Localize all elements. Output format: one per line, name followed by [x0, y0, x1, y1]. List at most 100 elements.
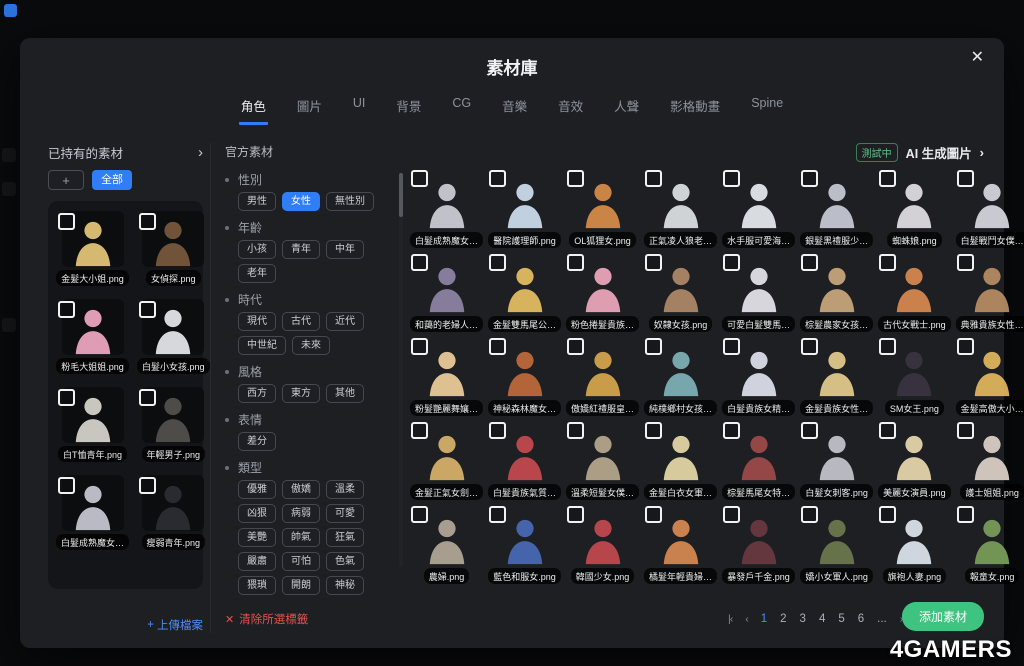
- asset-checkbox[interactable]: [139, 213, 156, 230]
- filter-tag[interactable]: 帥氣: [282, 528, 320, 547]
- filter-tag[interactable]: 可愛: [326, 504, 364, 523]
- asset-checkbox[interactable]: [879, 338, 896, 355]
- official-asset-card[interactable]: 嬌小女軍人.png: [800, 505, 873, 584]
- filter-tag[interactable]: 嚴肅: [238, 552, 276, 571]
- asset-checkbox[interactable]: [489, 506, 506, 523]
- official-asset-card[interactable]: 旗袍人妻.png: [878, 505, 951, 584]
- filter-tag[interactable]: 東方: [282, 384, 320, 403]
- asset-checkbox[interactable]: [957, 422, 974, 439]
- filter-tag[interactable]: 優雅: [238, 480, 276, 499]
- asset-checkbox[interactable]: [139, 477, 156, 494]
- official-asset-card[interactable]: 農婦.png: [410, 505, 483, 584]
- asset-checkbox[interactable]: [957, 254, 974, 271]
- page-number[interactable]: 1: [761, 613, 767, 625]
- filter-tag[interactable]: 無性別: [326, 192, 374, 211]
- official-asset-card[interactable]: 橘髮年輕貴婦…: [644, 505, 717, 584]
- official-asset-card[interactable]: 金髮貴族女性…: [800, 337, 873, 416]
- asset-checkbox[interactable]: [801, 506, 818, 523]
- official-asset-card[interactable]: 美麗女演員.png: [878, 421, 951, 500]
- clear-selected-tags-button[interactable]: ✕ 清除所選標籤: [225, 611, 308, 627]
- asset-checkbox[interactable]: [567, 254, 584, 271]
- category-tab[interactable]: 音效: [556, 92, 585, 125]
- asset-checkbox[interactable]: [139, 301, 156, 318]
- asset-checkbox[interactable]: [801, 422, 818, 439]
- page-number[interactable]: 2: [780, 613, 786, 625]
- asset-checkbox[interactable]: [723, 422, 740, 439]
- official-asset-card[interactable]: 金髮白衣女軍…: [644, 421, 717, 500]
- official-asset-card[interactable]: 粉髮艷麗舞孃…: [410, 337, 483, 416]
- asset-checkbox[interactable]: [645, 254, 662, 271]
- official-asset-card[interactable]: 暴發戶千金.png: [722, 505, 795, 584]
- asset-checkbox[interactable]: [645, 506, 662, 523]
- asset-checkbox[interactable]: [879, 254, 896, 271]
- filter-tag[interactable]: 未來: [292, 336, 330, 355]
- official-asset-card[interactable]: 典雅貴族女性…: [956, 253, 1024, 332]
- asset-checkbox[interactable]: [723, 254, 740, 271]
- official-asset-card[interactable]: 粉色捲髮貴族…: [566, 253, 639, 332]
- official-asset-card[interactable]: 白髮戰鬥女僕…: [956, 169, 1024, 248]
- official-asset-card[interactable]: 和藹的老婦人…: [410, 253, 483, 332]
- filter-tag[interactable]: 病弱: [282, 504, 320, 523]
- owned-asset-card[interactable]: 白髮成熟魔女…: [56, 475, 129, 550]
- official-asset-card[interactable]: 蜘蛛娘.png: [878, 169, 951, 248]
- official-asset-card[interactable]: 神秘森林魔女…: [488, 337, 561, 416]
- grid-scrollbar-thumb[interactable]: [399, 173, 403, 217]
- filter-tag[interactable]: 現代: [238, 312, 276, 331]
- grid-scrollbar-track[interactable]: [399, 173, 403, 567]
- asset-checkbox[interactable]: [957, 506, 974, 523]
- official-asset-card[interactable]: 可愛白髮雙馬…: [722, 253, 795, 332]
- filter-tag[interactable]: 女性: [282, 192, 320, 211]
- asset-checkbox[interactable]: [567, 506, 584, 523]
- category-tab[interactable]: 背景: [394, 92, 423, 125]
- filter-tag[interactable]: 男性: [238, 192, 276, 211]
- official-asset-card[interactable]: 棕髮馬尾女特…: [722, 421, 795, 500]
- asset-checkbox[interactable]: [139, 389, 156, 406]
- official-asset-card[interactable]: 金髮高傲大小…: [956, 337, 1024, 416]
- official-asset-card[interactable]: 白髮女刺客.png: [800, 421, 873, 500]
- asset-checkbox[interactable]: [567, 422, 584, 439]
- official-asset-card[interactable]: 白髮貴族氣質…: [488, 421, 561, 500]
- category-tab[interactable]: 角色: [239, 92, 268, 125]
- category-tab[interactable]: 人聲: [612, 92, 641, 125]
- filter-tag[interactable]: 小孩: [238, 240, 276, 259]
- page-number[interactable]: 5: [838, 613, 844, 625]
- ai-generate-link[interactable]: AI 生成圖片: [906, 143, 972, 162]
- owned-asset-card[interactable]: 年輕男子.png: [137, 387, 210, 462]
- category-tab[interactable]: 圖片: [295, 92, 324, 125]
- filter-tag[interactable]: 美艷: [238, 528, 276, 547]
- filter-tag[interactable]: 色氣: [326, 552, 364, 571]
- filter-tag[interactable]: 西方: [238, 384, 276, 403]
- asset-checkbox[interactable]: [645, 338, 662, 355]
- asset-checkbox[interactable]: [411, 254, 428, 271]
- add-assets-button[interactable]: 添加素材: [902, 602, 984, 631]
- asset-checkbox[interactable]: [879, 506, 896, 523]
- category-tab[interactable]: 音樂: [500, 92, 529, 125]
- asset-checkbox[interactable]: [411, 338, 428, 355]
- owned-asset-card[interactable]: 女偵探.png: [137, 211, 210, 286]
- filter-tag[interactable]: 溫柔: [326, 480, 364, 499]
- asset-checkbox[interactable]: [723, 506, 740, 523]
- asset-checkbox[interactable]: [957, 338, 974, 355]
- filter-tag[interactable]: 狂氣: [326, 528, 364, 547]
- filter-tag[interactable]: 猥瑣: [238, 576, 276, 595]
- asset-checkbox[interactable]: [879, 170, 896, 187]
- asset-checkbox[interactable]: [489, 338, 506, 355]
- filter-tag[interactable]: 傲嬌: [282, 480, 320, 499]
- asset-checkbox[interactable]: [489, 422, 506, 439]
- owned-asset-card[interactable]: 白T恤青年.png: [56, 387, 129, 462]
- official-asset-card[interactable]: 報童女.png: [956, 505, 1024, 584]
- page-number[interactable]: 3: [800, 613, 806, 625]
- add-filter-button[interactable]: +: [48, 170, 84, 190]
- chevron-right-icon[interactable]: ›: [198, 145, 203, 160]
- page-number[interactable]: 4: [819, 613, 825, 625]
- category-tab[interactable]: UI: [351, 92, 368, 125]
- official-asset-card[interactable]: 藍色和服女.png: [488, 505, 561, 584]
- filter-tag[interactable]: 中世紀: [238, 336, 286, 355]
- official-asset-card[interactable]: 金髮正氣女劍…: [410, 421, 483, 500]
- asset-checkbox[interactable]: [489, 254, 506, 271]
- asset-checkbox[interactable]: [645, 170, 662, 187]
- asset-checkbox[interactable]: [567, 338, 584, 355]
- category-tab[interactable]: CG: [450, 92, 473, 125]
- upload-file-link[interactable]: + 上傳檔案: [147, 617, 203, 633]
- official-asset-card[interactable]: 純樸鄉村女孩…: [644, 337, 717, 416]
